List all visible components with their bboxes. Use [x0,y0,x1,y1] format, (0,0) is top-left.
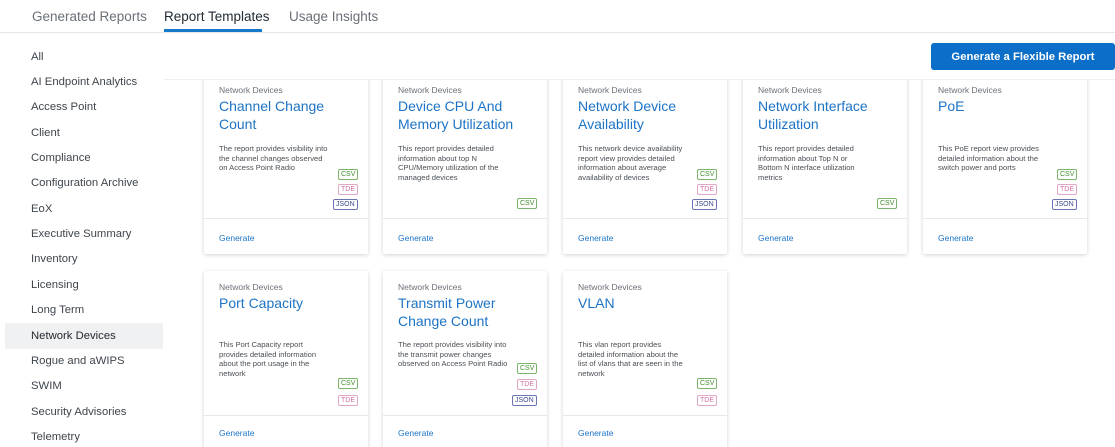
card-description: This report provides detailed informatio… [398,144,499,182]
sidebar-item-compliance[interactable]: Compliance [5,145,163,171]
sidebar-item-eox[interactable]: EoX [5,196,163,222]
report-card-transmit-power-change-count: Network Devices Transmit Power Change Co… [383,271,547,447]
generate-link[interactable]: Generate [219,233,254,243]
sidebar-item-ai-endpoint-analytics[interactable]: AI Endpoint Analytics [5,69,163,95]
card-divider [563,415,727,416]
sidebar-item-all[interactable]: All [5,44,163,70]
tab-usage-insights[interactable]: Usage Insights [289,9,378,24]
card-category: Network Devices [398,85,462,95]
format-badge-tde: TDE [338,395,358,406]
format-badge-tde: TDE [338,184,358,195]
format-badge-tde: TDE [517,379,537,390]
format-badge-csv: CSV [877,198,898,209]
card-category: Network Devices [938,85,1002,95]
sidebar-item-swim[interactable]: SWIM [5,373,163,399]
card-divider [204,218,368,219]
format-badge-csv: CSV [697,378,718,389]
card-description: The report provides visibility into the … [398,340,508,368]
report-card-port-capacity: Network Devices Port Capacity This Port … [204,271,368,447]
generate-link[interactable]: Generate [398,233,433,243]
format-badge-csv: CSV [1057,169,1078,180]
card-category: Network Devices [219,85,283,95]
card-title[interactable]: Port Capacity [219,294,359,312]
card-category: Network Devices [578,85,642,95]
report-card-network-interface-utilization: Network Devices Network Interface Utiliz… [743,80,907,254]
card-category: Network Devices [398,282,462,292]
sidebar-item-security-advisories[interactable]: Security Advisories [5,399,163,425]
generate-link[interactable]: Generate [578,233,613,243]
format-badge-tde: TDE [1057,184,1077,195]
report-card-vlan: Network Devices VLAN This vlan report pr… [563,271,727,447]
card-title[interactable]: Transmit Power Change Count [398,294,538,330]
sidebar-item-inventory[interactable]: Inventory [5,246,163,272]
report-card-channel-change-count: Network Devices Channel Change Count The… [204,80,368,254]
card-description: This report provides detailed informatio… [758,144,855,182]
card-divider [204,415,368,416]
card-description: The report provides visibility into the … [219,144,328,172]
generate-link[interactable]: Generate [398,428,433,438]
generate-link[interactable]: Generate [938,233,973,243]
format-badge-csv: CSV [517,363,538,374]
card-divider [563,218,727,219]
sidebar-item-access-point[interactable]: Access Point [5,94,163,120]
sidebar-item-licensing[interactable]: Licensing [5,272,163,298]
sidebar-item-network-devices[interactable]: Network Devices [5,323,163,349]
card-title[interactable]: Network Device Availability [578,97,718,133]
sidebar-item-rogue-and-awips[interactable]: Rogue and aWIPS [5,348,163,374]
format-badge-tde: TDE [697,395,717,406]
card-title[interactable]: PoE [938,97,1078,115]
format-badge-json: JSON [1052,199,1077,210]
format-badge-tde: TDE [697,184,717,195]
card-divider [743,218,907,219]
card-category: Network Devices [578,282,642,292]
generate-flexible-report-button[interactable]: Generate a Flexible Report [931,43,1115,70]
format-badge-csv: CSV [338,169,359,180]
card-divider [383,218,547,219]
card-description: This network device availability report … [578,144,683,182]
format-badge-json: JSON [512,395,537,406]
sidebar-item-executive-summary[interactable]: Executive Summary [5,221,163,247]
report-tabs: Generated Reports Report Templates Usage… [0,0,1115,33]
report-card-device-cpu-memory: Network Devices Device CPU And Memory Ut… [383,80,547,254]
tab-report-templates[interactable]: Report Templates [164,9,270,24]
card-title[interactable]: Network Interface Utilization [758,97,898,133]
format-badge-json: JSON [692,199,717,210]
sidebar-item-telemetry[interactable]: Telemetry [5,424,163,447]
report-card-network-device-availability: Network Devices Network Device Availabil… [563,80,727,254]
format-badge-csv: CSV [338,378,359,389]
format-badge-csv: CSV [517,198,538,209]
sidebar-item-client[interactable]: Client [5,120,163,146]
report-card-poe: Network Devices PoE This PoE report view… [923,80,1087,254]
card-category: Network Devices [219,282,283,292]
card-title[interactable]: VLAN [578,294,718,312]
card-description: This vlan report provides detailed infor… [578,340,683,378]
tab-generated-reports[interactable]: Generated Reports [32,9,147,24]
card-title[interactable]: Channel Change Count [219,97,359,133]
card-title[interactable]: Device CPU And Memory Utilization [398,97,538,133]
sidebar-item-long-term[interactable]: Long Term [5,297,163,323]
format-badge-json: JSON [333,199,358,210]
card-divider [923,218,1087,219]
card-description: This Port Capacity report provides detai… [219,340,317,378]
sidebar-item-configuration-archive[interactable]: Configuration Archive [5,170,163,196]
active-tab-indicator [164,29,262,32]
card-category: Network Devices [758,85,822,95]
generate-link[interactable]: Generate [219,428,254,438]
card-divider [383,415,547,416]
generate-link[interactable]: Generate [578,428,613,438]
report-templates-grid: Network Devices Channel Change Count The… [164,79,1115,447]
card-description: This PoE report view provides detailed i… [938,144,1039,172]
format-badge-csv: CSV [697,169,718,180]
generate-link[interactable]: Generate [758,233,793,243]
